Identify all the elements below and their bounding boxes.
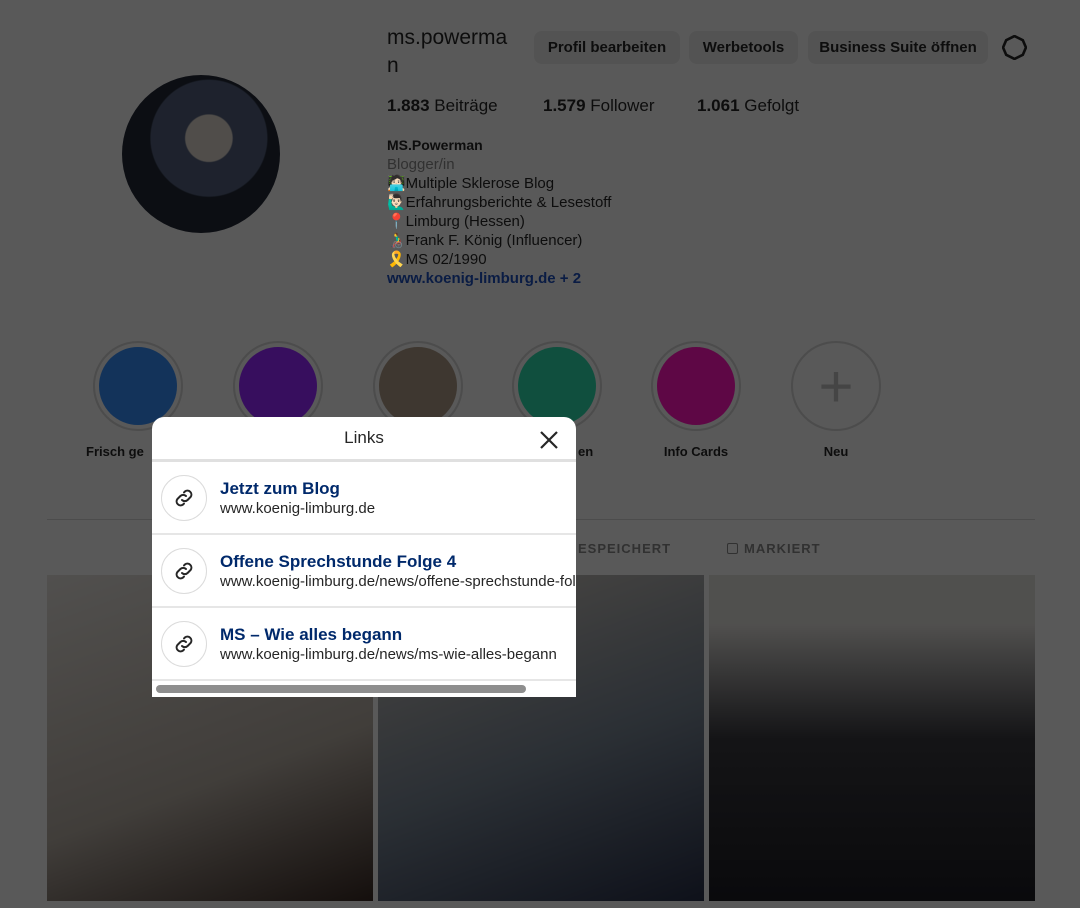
ad-tools-button[interactable]: Werbetools bbox=[689, 31, 798, 64]
bio-line: 👨‍🦽Frank F. König (Influencer) bbox=[387, 232, 583, 249]
highlight[interactable] bbox=[651, 341, 741, 431]
link-item[interactable]: Offene Sprechstunde Folge 4 www.koenig-li… bbox=[152, 535, 576, 608]
link-item[interactable]: MS – Wie alles begann www.koenig-limburg.… bbox=[152, 608, 576, 681]
bio-line: 🧑🏻‍💻Multiple Sklerose Blog bbox=[387, 175, 555, 192]
avatar[interactable] bbox=[122, 75, 280, 233]
post-thumbnail[interactable] bbox=[709, 575, 1035, 901]
tagged-icon bbox=[727, 543, 738, 554]
dialog-header: Links bbox=[152, 417, 576, 462]
display-name: MS.Powerman bbox=[387, 137, 483, 153]
following-count[interactable]: 1.061 Gefolgt bbox=[697, 96, 799, 116]
settings-gear-icon[interactable] bbox=[1002, 35, 1027, 60]
link-url: www.koenig-limburg.de bbox=[220, 499, 376, 517]
link-title: Offene Sprechstunde Folge 4 bbox=[220, 551, 457, 571]
followers-count[interactable]: 1.579 Follower bbox=[543, 96, 655, 116]
link-url: www.koenig-limburg.de/news/ms-wie-alles-… bbox=[220, 645, 557, 663]
bio-line: 🎗️MS 02/1990 bbox=[387, 251, 487, 268]
highlight-label: en bbox=[578, 444, 594, 459]
link-icon bbox=[161, 474, 207, 521]
link-title: Jetzt zum Blog bbox=[220, 478, 340, 498]
plus-icon: + bbox=[791, 341, 881, 431]
highlight-label: Frisch ge bbox=[86, 444, 144, 459]
tab-saved[interactable]: ESPEICHERT bbox=[578, 541, 671, 556]
horizontal-scrollbar[interactable] bbox=[156, 685, 526, 693]
highlight-label: Info Cards bbox=[663, 444, 729, 459]
highlight-label: Neu bbox=[823, 444, 849, 459]
posts-count[interactable]: 1.883 Beiträge bbox=[387, 96, 498, 116]
link-url: www.koenig-limburg.de/news/offene-sprech… bbox=[220, 572, 576, 590]
bio-link[interactable]: www.koenig-limburg.de + 2 bbox=[387, 269, 611, 288]
edit-profile-button[interactable]: Profil bearbeiten bbox=[534, 31, 680, 64]
link-icon bbox=[161, 547, 207, 594]
tab-tagged[interactable]: MARKIERT bbox=[727, 541, 821, 556]
category: Blogger/in bbox=[387, 156, 455, 173]
new-highlight-button[interactable]: + bbox=[791, 341, 881, 431]
bio: MS.Powerman Blogger/in 🧑🏻‍💻Multiple Skle… bbox=[387, 136, 611, 288]
link-icon bbox=[161, 620, 207, 667]
bio-line: 🙋🏻‍♂️Erfahrungsberichte & Lesestoff bbox=[387, 194, 612, 211]
links-dialog: Links Jetzt zum Blog www.koenig-limburg.d… bbox=[152, 417, 576, 697]
username: ms.powerman bbox=[387, 26, 508, 77]
link-title: MS – Wie alles begann bbox=[220, 624, 403, 644]
dialog-title: Links bbox=[344, 428, 384, 447]
business-suite-button[interactable]: Business Suite öffnen bbox=[808, 31, 988, 64]
close-icon[interactable] bbox=[538, 429, 560, 451]
link-item[interactable]: Jetzt zum Blog www.koenig-limburg.de bbox=[152, 462, 576, 535]
bio-line: 📍Limburg (Hessen) bbox=[387, 213, 525, 230]
